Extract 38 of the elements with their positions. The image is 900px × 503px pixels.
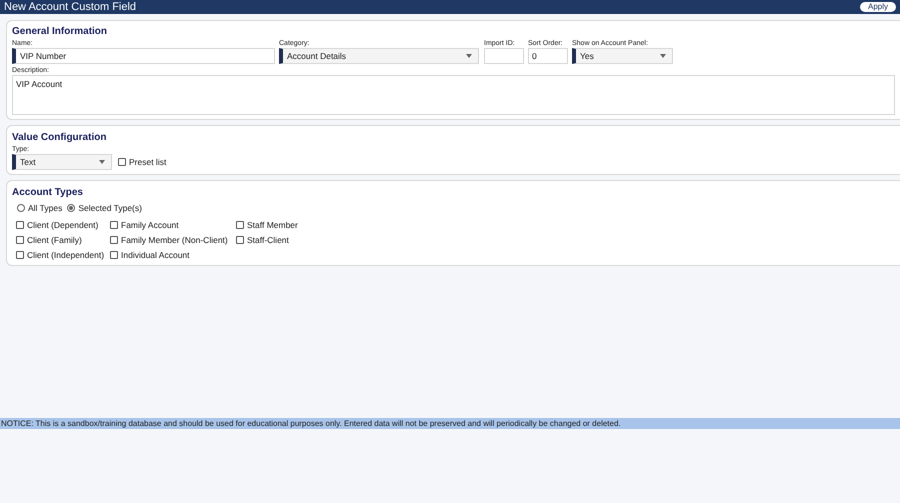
checkbox[interactable] [236, 236, 244, 244]
checkbox-label: Staff Member [247, 218, 298, 232]
caret-icon [660, 54, 666, 58]
radio-button[interactable] [17, 204, 25, 212]
section-title: General Information [12, 25, 108, 39]
checkbox[interactable] [16, 221, 24, 230]
checkbox-label: Client (Family) [27, 234, 82, 247]
checkbox-label: Family Member (Non-Client) [121, 234, 228, 247]
radio-label: All Types [28, 202, 62, 215]
radio-label: Selected Type(s) [78, 202, 142, 215]
section-title: Account Types [12, 186, 84, 200]
type-dropdown[interactable]: Text [12, 154, 112, 170]
description-field[interactable]: VIP Account [12, 75, 895, 115]
apply-button[interactable]: Apply [860, 2, 896, 12]
checkbox-label: Staff-Client [247, 234, 289, 247]
window-title: New Account Custom Field [4, 1, 136, 13]
checkbox[interactable] [118, 158, 126, 166]
checkbox[interactable] [110, 251, 118, 260]
name-field[interactable]: VIP Number [12, 48, 275, 64]
notice-bar: NOTICE: This is a sandbox/training database and should be used for educational purposes only. Entered data will not be preserved and will periodically be changed or deleted. [0, 418, 900, 429]
checkbox[interactable] [236, 221, 244, 230]
category-dropdown[interactable]: Account Details [279, 48, 479, 64]
checkbox[interactable] [16, 251, 24, 260]
checkbox-label: Individual Account [121, 248, 190, 262]
caret-icon [99, 160, 105, 164]
checkbox-label: Family Account [121, 218, 179, 232]
checkbox[interactable] [110, 221, 118, 230]
import-id-field[interactable] [484, 48, 524, 64]
checkbox[interactable] [16, 236, 24, 244]
checkbox-label: Client (Dependent) [27, 218, 98, 232]
sort-order-field[interactable]: 0 [528, 48, 568, 64]
checkbox-label: Preset list [129, 156, 166, 168]
checkbox-label: Client (Independent) [27, 248, 104, 262]
caret-icon [466, 54, 472, 58]
checkbox[interactable] [110, 236, 118, 244]
panel-dropdown[interactable]: Yes [572, 48, 673, 64]
section-title: Value Configuration [12, 131, 108, 145]
radio-button[interactable] [67, 204, 76, 212]
